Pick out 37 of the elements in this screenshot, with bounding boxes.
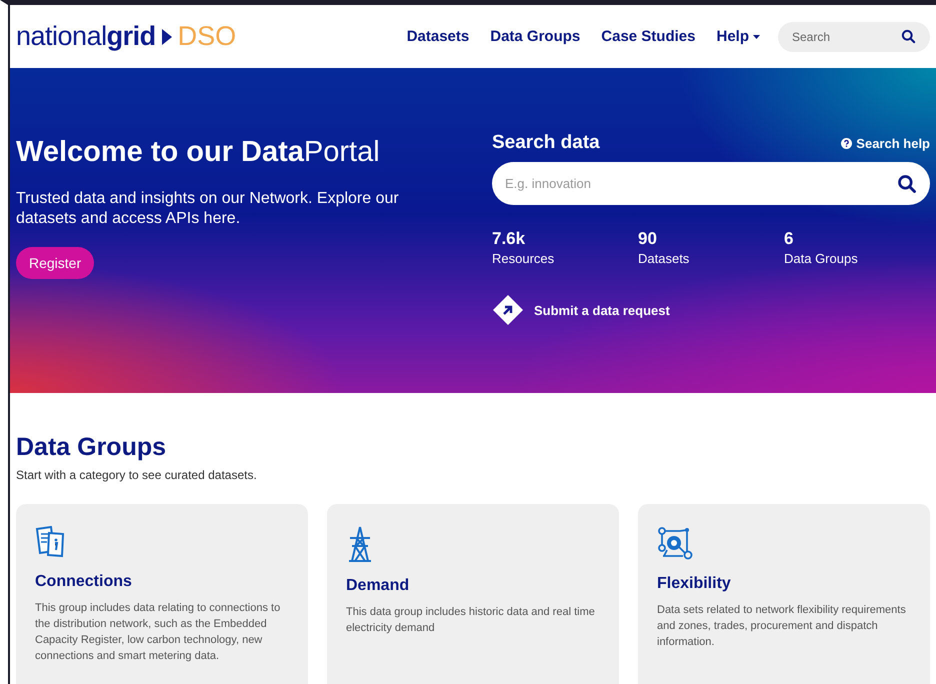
stat-label: Data Groups (784, 251, 858, 266)
data-search-field[interactable]: E.g. innovation (492, 162, 930, 205)
stat-label: Datasets (638, 251, 690, 266)
stat-label: Resources (492, 251, 554, 266)
card-text: This group includes data relating to connections to the distribution network, such as the Embedded Capacity Register, low carbon technology, new connections and smart metering data. (35, 601, 282, 664)
section-subtitle: Start with a category to see curated datasets. (16, 468, 258, 482)
caret-icon (753, 34, 760, 38)
hero-title: Welcome to our DataPortal (16, 136, 380, 169)
nav-link[interactable]: Data Groups (490, 28, 580, 45)
triangle-icon (162, 28, 172, 44)
hero-subtitle: Trusted data and insights on our Network. Explore our datasets and access APIs here. (16, 189, 400, 229)
card-title: Connections (35, 573, 133, 591)
search-help-link[interactable]: Search help (841, 136, 930, 150)
nav-dropdown[interactable]: Help (716, 28, 760, 45)
stat-value: 7.6k (492, 229, 526, 249)
card-text: This data group includes historic data and real time electricity demand (346, 605, 596, 636)
stat-value: 6 (784, 229, 794, 249)
nav-link[interactable]: Case Studies (601, 28, 696, 45)
search-icon[interactable] (901, 29, 916, 44)
nav-link[interactable]: Datasets (406, 28, 470, 45)
register-button[interactable]: Register (16, 247, 94, 279)
data-group-card[interactable]: Connections This group includes data relating to connections to the distribution network, such as the Embedded Capacity Register, low carbon technology, new connections and smart metering data. (16, 504, 308, 684)
help-icon (841, 138, 852, 148)
card-title: Demand (346, 577, 410, 595)
section-title: Data Groups (16, 433, 168, 462)
card-text: Data sets related to network flexibility requirements and zones, trades, procurement and dispatch information. (657, 603, 907, 650)
pylon-icon (346, 526, 374, 562)
stat-value: 90 (638, 229, 657, 249)
arrow-diamond-icon (492, 294, 524, 326)
data-group-card[interactable]: Demand This data group includes historic data and real time electricity demand (327, 504, 619, 684)
search-title: Search data (492, 132, 600, 154)
data-group-card[interactable]: Flexibility Data sets related to network flexibility requirements and zones, trades, procurement and dispatch information. (638, 504, 930, 684)
search-field[interactable]: Search (778, 22, 930, 52)
logo-text[interactable]: nationalgrid (16, 21, 156, 52)
search-icon[interactable] (897, 174, 917, 194)
data-request-link[interactable]: Submit a data request (492, 294, 670, 326)
card-title: Flexibility (657, 575, 732, 593)
